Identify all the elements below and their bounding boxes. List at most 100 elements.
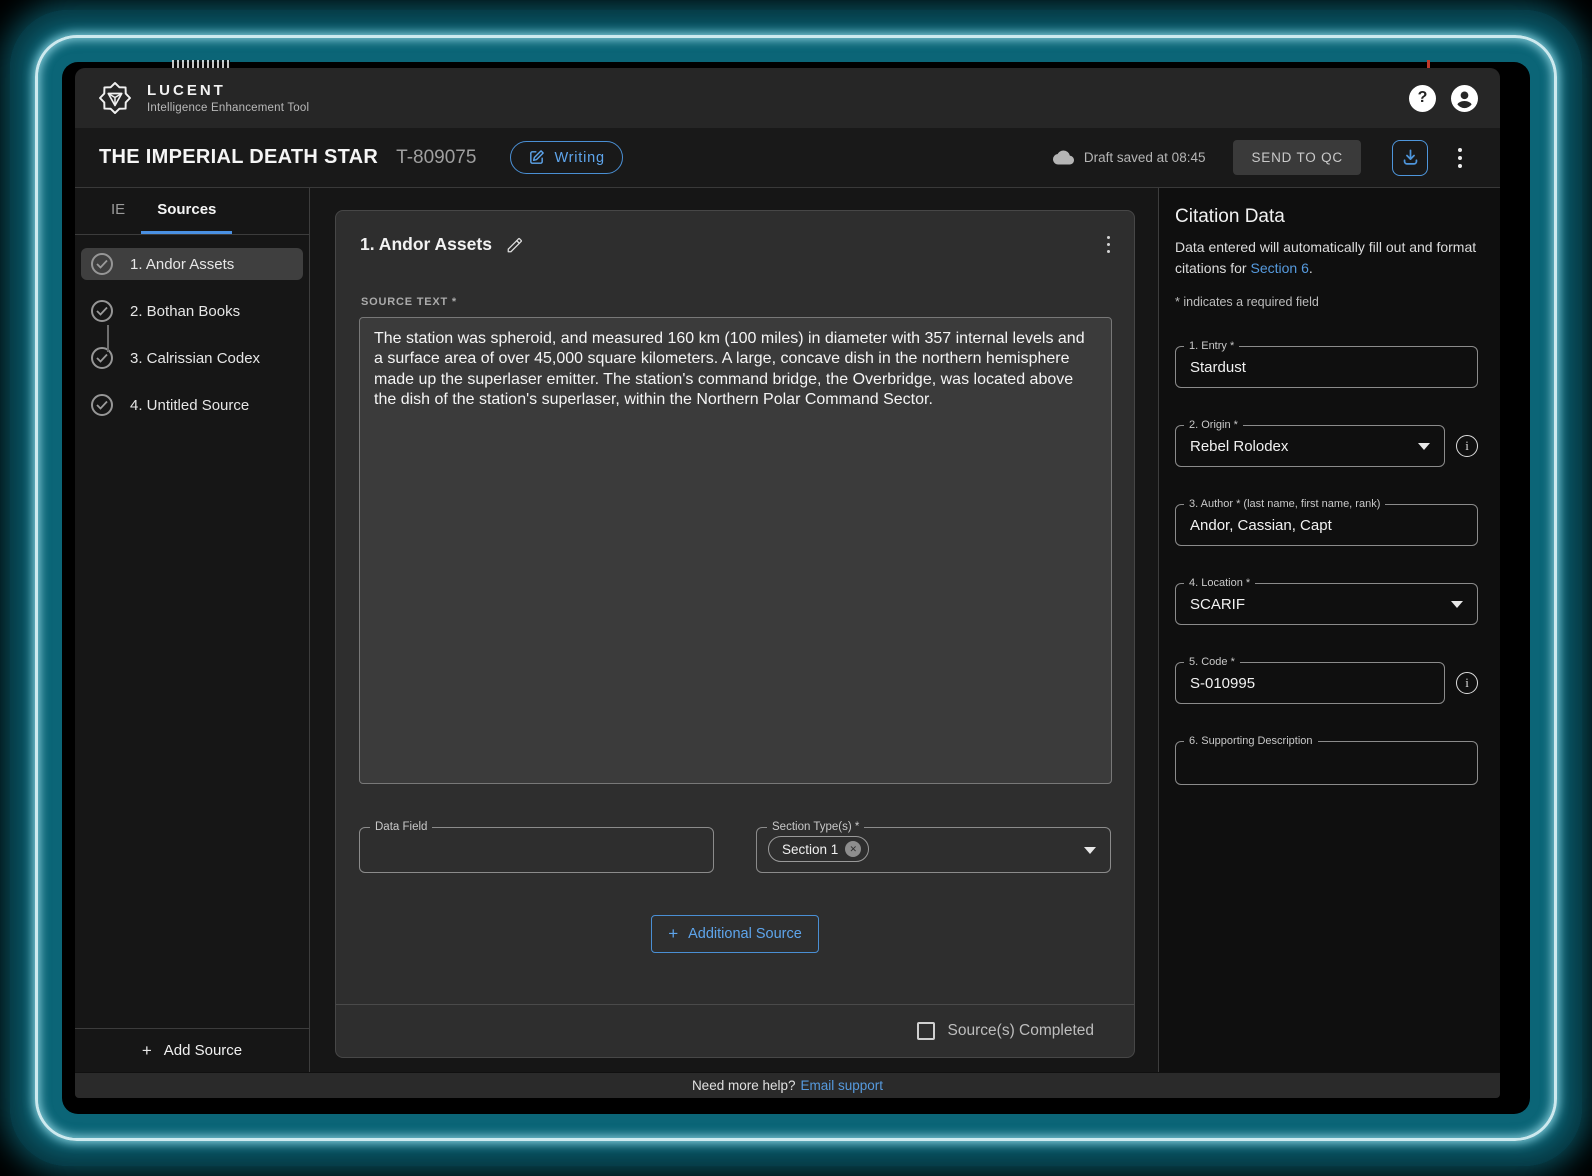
screenshot-stage: LUCENT Intelligence Enhancement Tool ? T…	[0, 0, 1592, 1176]
document-title: THE IMPERIAL DEATH STAR	[99, 146, 379, 168]
location-select[interactable]: 4. Location * SCARIF	[1175, 577, 1478, 626]
section-chip-label: Section 1	[782, 841, 839, 857]
code-input[interactable]: 5. Code * S-010995	[1175, 656, 1445, 705]
sidebar-item-andor-assets[interactable]: 1. Andor Assets	[81, 248, 303, 280]
download-icon	[1403, 149, 1417, 165]
chip-remove-icon[interactable]: ✕	[845, 841, 862, 857]
check-circle-icon	[91, 394, 113, 416]
card-footer: Source(s) Completed	[336, 1004, 1134, 1057]
app-window: LUCENT Intelligence Enhancement Tool ? T…	[75, 68, 1500, 1098]
sidebar-item-bothan-books[interactable]: 2. Bothan Books	[81, 295, 303, 327]
chevron-down-icon[interactable]	[1451, 601, 1463, 609]
check-circle-icon	[91, 347, 113, 369]
help-icon[interactable]: ?	[1409, 84, 1436, 112]
help-footer-text: Need more help?	[691, 1078, 796, 1093]
source-item-label: 3. Calrissian Codex	[130, 349, 261, 367]
source-connector-line	[107, 325, 109, 352]
plus-icon: +	[668, 924, 679, 943]
edit-square-icon	[530, 150, 545, 164]
source-list: 1. Andor Assets 2. Bothan Books 3. Calri…	[75, 235, 309, 436]
entry-field-row: 1. Entry * Stardust	[1175, 340, 1478, 389]
help-footer: Need more help? Email support	[75, 1072, 1500, 1098]
card-kebab-menu-icon[interactable]	[1106, 242, 1110, 247]
data-field-label: Data Field	[370, 821, 433, 833]
download-button[interactable]	[1392, 139, 1428, 176]
brand-block: LUCENT Intelligence Enhancement Tool	[147, 82, 309, 114]
source-item-label: 4. Untitled Source	[130, 396, 250, 414]
sidebar-item-calrissian-codex[interactable]: 3. Calrissian Codex	[81, 342, 303, 374]
draft-status-text: Draft saved at 08:45	[1083, 150, 1206, 165]
writing-label: Writing	[554, 149, 605, 166]
origin-info-icon[interactable]: i	[1456, 435, 1478, 458]
card-header: 1. Andor Assets	[336, 211, 1134, 258]
citation-description-suffix: .	[1308, 259, 1313, 276]
source-item-label: 2. Bothan Books	[130, 302, 241, 320]
entry-label: 1. Entry *	[1184, 340, 1240, 353]
section-types-label: Section Type(s) *	[767, 821, 865, 833]
sources-completed-checkbox[interactable]	[916, 1022, 935, 1040]
additional-source-button[interactable]: + Additional Source	[651, 915, 819, 953]
origin-select[interactable]: 2. Origin * Rebel Rolodex	[1175, 419, 1445, 468]
content-area: IE Sources 1. Andor Assets 2. Bothan Boo…	[75, 188, 1500, 1072]
writing-status-button[interactable]: Writing	[510, 141, 623, 174]
brand-name: LUCENT	[147, 82, 226, 99]
citation-description-text: Data entered will automatically fill out…	[1175, 239, 1477, 276]
app-bar: LUCENT Intelligence Enhancement Tool ?	[75, 68, 1500, 128]
chevron-down-icon[interactable]	[1418, 443, 1430, 451]
plus-icon: +	[141, 1040, 152, 1060]
tab-ie[interactable]: IE	[95, 188, 141, 234]
entry-input[interactable]: 1. Entry * Stardust	[1175, 340, 1478, 389]
chevron-down-icon[interactable]	[1084, 847, 1096, 854]
supporting-description-label: 6. Supporting Description	[1184, 735, 1318, 748]
lucent-logo-icon	[99, 82, 131, 114]
supporting-description-field-row: 6. Supporting Description	[1175, 735, 1478, 786]
add-source-button[interactable]: + Add Source	[75, 1028, 309, 1072]
author-input[interactable]: 3. Author * (last name, first name, rank…	[1175, 498, 1478, 547]
header-kebab-menu-icon[interactable]	[1458, 155, 1462, 160]
source-text-label: SOURCE TEXT *	[361, 296, 457, 308]
tab-sources[interactable]: Sources	[141, 188, 233, 234]
cloud-icon	[1052, 150, 1074, 165]
origin-field-row: 2. Origin * Rebel Rolodex i	[1175, 419, 1478, 468]
code-field-row: 5. Code * S-010995 i	[1175, 656, 1478, 705]
citation-description: Data entered will automatically fill out…	[1175, 237, 1478, 278]
section-6-link[interactable]: Section 6	[1250, 260, 1308, 276]
document-header: THE IMPERIAL DEATH STAR T-809075 Writing…	[75, 128, 1500, 188]
pencil-icon	[507, 237, 522, 252]
email-support-link[interactable]: Email support	[801, 1078, 884, 1093]
sidebar-tabs: IE Sources	[75, 188, 309, 235]
account-icon[interactable]	[1451, 84, 1478, 112]
document-id: T-809075	[396, 146, 477, 168]
data-field-input[interactable]: Data Field	[359, 821, 714, 873]
citation-panel: Citation Data Data entered will automati…	[1158, 188, 1500, 1072]
author-label: 3. Author * (last name, first name, rank…	[1184, 498, 1386, 511]
location-field-row: 4. Location * SCARIF	[1175, 577, 1478, 626]
author-field-row: 3. Author * (last name, first name, rank…	[1175, 498, 1478, 547]
location-label: 4. Location *	[1184, 577, 1256, 590]
origin-label: 2. Origin *	[1184, 419, 1243, 432]
brand-subtitle: Intelligence Enhancement Tool	[147, 102, 310, 114]
source-editor-card: 1. Andor Assets SOURCE TEXT * The statio…	[335, 210, 1135, 1058]
source-item-label: 1. Andor Assets	[130, 255, 235, 273]
section-types-select[interactable]: Section Type(s) * Section 1 ✕	[756, 821, 1111, 873]
citation-title: Citation Data	[1175, 206, 1285, 227]
sources-sidebar: IE Sources 1. Andor Assets 2. Bothan Boo…	[75, 188, 310, 1072]
check-circle-icon	[91, 300, 113, 322]
draft-status: Draft saved at 08:45	[1052, 147, 1206, 168]
required-field-note: * indicates a required field	[1175, 295, 1319, 310]
section-chip[interactable]: Section 1 ✕	[768, 836, 870, 862]
main-column: 1. Andor Assets SOURCE TEXT * The statio…	[310, 188, 1158, 1072]
code-label: 5. Code *	[1184, 656, 1240, 669]
source-text-input[interactable]: The station was spheroid, and measured 1…	[359, 317, 1112, 784]
send-to-qc-button[interactable]: SEND TO QC	[1233, 140, 1361, 175]
code-info-icon[interactable]: i	[1456, 672, 1478, 695]
person-icon	[1452, 85, 1477, 111]
card-title: 1. Andor Assets	[360, 234, 492, 254]
rename-source-button[interactable]	[506, 236, 524, 254]
card-fields-row: Data Field Section Type(s) * Section 1 ✕	[359, 821, 1111, 873]
check-circle-icon	[91, 253, 113, 275]
add-source-label: Add Source	[163, 1042, 243, 1059]
sidebar-item-untitled-source[interactable]: 4. Untitled Source	[81, 389, 303, 421]
supporting-description-input[interactable]: 6. Supporting Description	[1175, 735, 1478, 786]
additional-source-label: Additional Source	[688, 926, 802, 942]
